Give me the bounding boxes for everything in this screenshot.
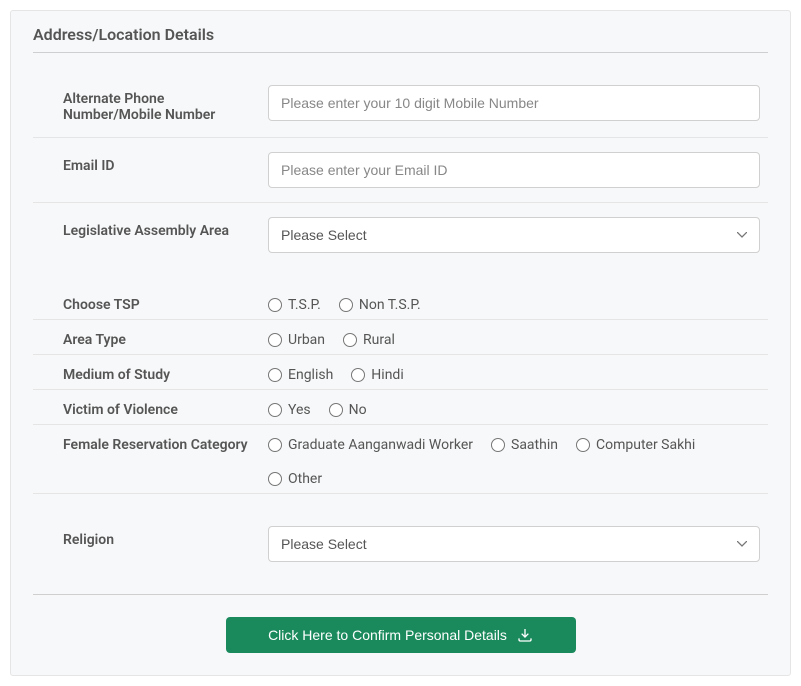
- address-details-panel: Address/Location Details Alternate Phone…: [10, 10, 791, 676]
- select-religion[interactable]: Please Select: [268, 526, 760, 562]
- radio-label: T.S.P.: [288, 297, 321, 313]
- row-religion: Religion Please Select: [33, 512, 768, 576]
- divider: [33, 594, 768, 595]
- radio-group-reservation: Graduate Aanganwadi Worker Saathin Compu…: [268, 431, 760, 487]
- row-reservation: Female Reservation Category Graduate Aan…: [33, 425, 768, 493]
- label-assembly: Legislative Assembly Area: [63, 217, 268, 239]
- radio-res-computersakhi[interactable]: Computer Sakhi: [576, 437, 695, 453]
- radio-area-rural[interactable]: Rural: [343, 332, 395, 348]
- label-religion: Religion: [63, 526, 268, 548]
- radio-input-area-rural[interactable]: [343, 333, 357, 347]
- row-email: Email ID: [33, 138, 768, 203]
- confirm-button[interactable]: Click Here to Confirm Personal Details: [226, 617, 576, 653]
- radio-group-medium: English Hindi: [268, 361, 760, 383]
- radio-label: Graduate Aanganwadi Worker: [288, 437, 473, 453]
- row-area-type: Area Type Urban Rural: [33, 320, 768, 355]
- radio-label: Rural: [363, 332, 395, 348]
- radio-input-violence-no[interactable]: [329, 403, 343, 417]
- radio-tsp-tsp[interactable]: T.S.P.: [268, 297, 321, 313]
- button-row: Click Here to Confirm Personal Details: [33, 617, 768, 653]
- radio-label: Non T.S.P.: [359, 297, 421, 313]
- radio-res-saathin[interactable]: Saathin: [491, 437, 558, 453]
- row-alt-phone: Alternate Phone Number/Mobile Number: [33, 71, 768, 138]
- radio-res-other[interactable]: Other: [268, 471, 322, 487]
- select-assembly[interactable]: Please Select: [268, 217, 760, 253]
- radio-medium-english[interactable]: English: [268, 367, 333, 383]
- confirm-button-label: Click Here to Confirm Personal Details: [268, 627, 507, 643]
- input-alt-phone[interactable]: [268, 85, 760, 121]
- radio-label: Hindi: [371, 367, 403, 383]
- section-title: Address/Location Details: [33, 25, 768, 53]
- radio-label: Other: [288, 471, 322, 487]
- label-violence: Victim of Violence: [63, 396, 268, 418]
- radio-input-medium-hindi[interactable]: [351, 368, 365, 382]
- radio-group-area-type: Urban Rural: [268, 326, 760, 348]
- radio-input-violence-yes[interactable]: [268, 403, 282, 417]
- label-area-type: Area Type: [63, 326, 268, 348]
- row-medium: Medium of Study English Hindi: [33, 355, 768, 390]
- input-email[interactable]: [268, 152, 760, 188]
- label-tsp: Choose TSP: [63, 291, 268, 313]
- label-alt-phone: Alternate Phone Number/Mobile Number: [63, 85, 268, 123]
- radio-group-tsp: T.S.P. Non T.S.P.: [268, 291, 760, 313]
- radio-area-urban[interactable]: Urban: [268, 332, 325, 348]
- radio-violence-no[interactable]: No: [329, 402, 367, 418]
- radio-input-res-other[interactable]: [268, 472, 282, 486]
- radio-input-tsp-tsp[interactable]: [268, 298, 282, 312]
- row-violence: Victim of Violence Yes No: [33, 390, 768, 425]
- radio-tsp-nontsp[interactable]: Non T.S.P.: [339, 297, 421, 313]
- radio-label: English: [288, 367, 333, 383]
- radio-label: Saathin: [511, 437, 558, 453]
- download-icon: [517, 627, 533, 643]
- label-email: Email ID: [63, 152, 268, 174]
- radio-input-res-gaw[interactable]: [268, 438, 282, 452]
- radio-label: No: [349, 402, 367, 418]
- radio-label: Urban: [288, 332, 325, 348]
- radio-label: Computer Sakhi: [596, 437, 695, 453]
- radio-input-medium-english[interactable]: [268, 368, 282, 382]
- radio-input-tsp-nontsp[interactable]: [339, 298, 353, 312]
- row-tsp: Choose TSP T.S.P. Non T.S.P.: [33, 285, 768, 320]
- label-medium: Medium of Study: [63, 361, 268, 383]
- radio-label: Yes: [288, 402, 311, 418]
- row-assembly: Legislative Assembly Area Please Select: [33, 203, 768, 267]
- radio-violence-yes[interactable]: Yes: [268, 402, 311, 418]
- radio-input-res-saathin[interactable]: [491, 438, 505, 452]
- label-reservation: Female Reservation Category: [63, 431, 268, 453]
- radio-input-area-urban[interactable]: [268, 333, 282, 347]
- radio-group-violence: Yes No: [268, 396, 760, 418]
- radio-input-res-computersakhi[interactable]: [576, 438, 590, 452]
- radio-res-gaw[interactable]: Graduate Aanganwadi Worker: [268, 437, 473, 453]
- radio-medium-hindi[interactable]: Hindi: [351, 367, 403, 383]
